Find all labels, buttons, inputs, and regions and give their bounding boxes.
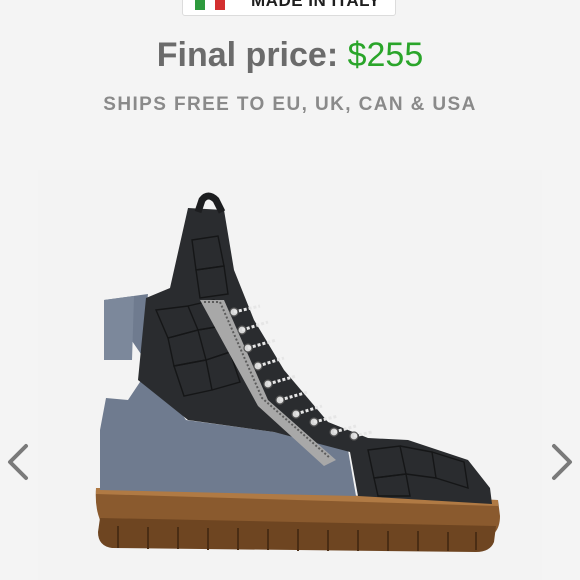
badge-label: MADE IN ITALY xyxy=(251,0,381,10)
italy-flag-icon xyxy=(195,0,225,10)
chevron-left-icon xyxy=(8,444,28,480)
shipping-note: SHIPS FREE TO EU, UK, CAN & USA xyxy=(103,94,477,115)
final-price: Final price: $255 xyxy=(0,36,580,75)
chevron-right-icon xyxy=(552,444,572,480)
made-in-italy-badge: MADE IN ITALY xyxy=(182,0,396,16)
previous-image-button[interactable] xyxy=(4,440,34,484)
product-image-gallery xyxy=(38,170,542,580)
boot-product-icon xyxy=(95,192,500,552)
price-label: Final price: xyxy=(156,36,339,74)
price-amount: $255 xyxy=(347,36,424,74)
next-image-button[interactable] xyxy=(546,440,576,484)
